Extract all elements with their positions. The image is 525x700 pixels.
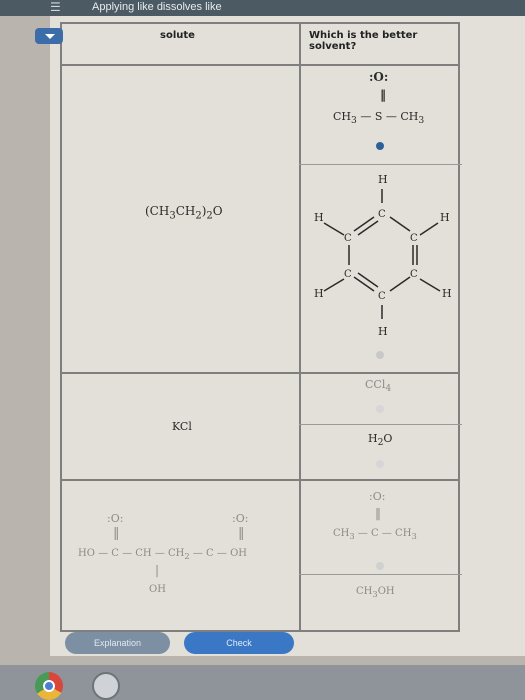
solute-3: HO — C — CH — CH2 — C — OH xyxy=(78,548,247,561)
svg-text:H: H xyxy=(440,211,450,224)
option-divider xyxy=(299,424,462,425)
row-divider xyxy=(62,372,458,374)
collapse-button[interactable] xyxy=(35,28,63,44)
taskbar xyxy=(0,665,525,700)
solvent-header: Which is the better solvent? xyxy=(309,30,418,52)
svg-text:C: C xyxy=(410,233,418,244)
solvent-option-acetone: CH3 — C — CH3 xyxy=(333,528,417,541)
radio-sulfoxide[interactable] xyxy=(376,142,384,150)
radio-acetone[interactable] xyxy=(376,562,384,570)
solute-3-double-bond-right: ‖ xyxy=(238,526,245,541)
radio-water[interactable] xyxy=(376,460,384,468)
svg-text:C: C xyxy=(378,209,386,220)
column-divider xyxy=(299,24,301,630)
solute-3-oxygen-left: :O: xyxy=(107,512,124,525)
svg-text:H: H xyxy=(314,211,324,224)
radio-benzene[interactable] xyxy=(376,351,384,359)
app-title: Applying like dissolves like xyxy=(92,1,222,13)
acetone-oxygen: :O: xyxy=(369,490,386,503)
solute-3-double-bond-left: ‖ xyxy=(113,526,120,541)
solvent-option-water: H2O xyxy=(368,432,393,449)
solvent-option-benzene: H C C C H H C C C H H H xyxy=(314,173,452,338)
solute-3-bond-down: | xyxy=(155,563,160,577)
svg-text:H: H xyxy=(442,287,452,300)
itunes-icon[interactable] xyxy=(92,672,120,700)
menu-icon[interactable]: ☰ xyxy=(50,0,66,16)
row-divider xyxy=(62,479,458,481)
option-divider xyxy=(299,574,462,575)
solute-1: (CH3CH2)2O xyxy=(145,204,223,222)
solvent-option-sulfoxide: CH3 — S — CH3 xyxy=(333,110,425,127)
solvent-option-methanol: CH3OH xyxy=(356,586,395,599)
chrome-icon[interactable] xyxy=(35,672,63,700)
sulfoxide-oxygen: :O: xyxy=(369,70,389,84)
svg-text:H: H xyxy=(378,173,388,186)
check-button[interactable]: Check xyxy=(184,632,294,654)
svg-text:C: C xyxy=(344,233,352,244)
top-bar: ☰ Applying like dissolves like xyxy=(0,0,525,16)
row-divider xyxy=(62,64,458,66)
solute-3-sub: OH xyxy=(149,584,166,595)
svg-text:H: H xyxy=(314,287,324,300)
sulfoxide-double-bond: ‖ xyxy=(380,88,386,102)
solute-3-oxygen-right: :O: xyxy=(232,512,249,525)
explanation-button[interactable]: Explanation xyxy=(65,632,170,654)
solvent-option-ccl4: CCl4 xyxy=(365,378,392,395)
svg-text:H: H xyxy=(378,325,388,338)
radio-ccl4[interactable] xyxy=(376,405,384,413)
acetone-double-bond: ‖ xyxy=(375,506,381,520)
svg-text:C: C xyxy=(378,291,386,302)
solute-2: KCl xyxy=(172,420,192,433)
solute-header: solute xyxy=(160,30,195,41)
svg-text:C: C xyxy=(410,269,418,280)
svg-text:C: C xyxy=(344,269,352,280)
